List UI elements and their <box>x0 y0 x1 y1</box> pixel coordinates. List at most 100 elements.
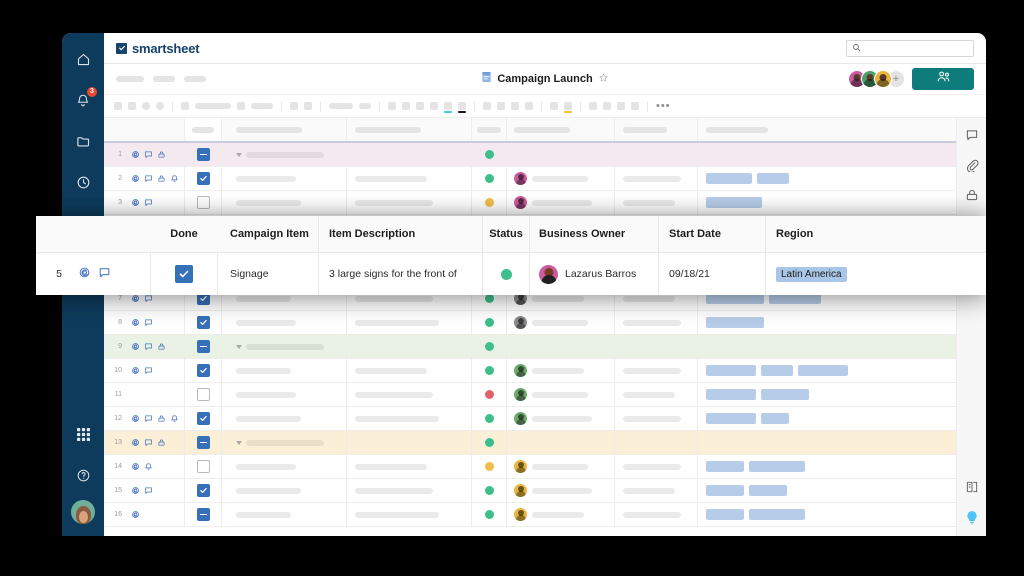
comment-icon[interactable] <box>963 126 981 144</box>
cell-status[interactable] <box>472 455 507 478</box>
checkbox-unchecked[interactable] <box>197 460 210 473</box>
cell-business-owner[interactable] <box>507 383 615 406</box>
lock-icon[interactable] <box>157 342 166 351</box>
toolbar-more-button[interactable]: ••• <box>656 101 671 112</box>
attachment-icon[interactable] <box>131 462 140 471</box>
toolbar-icon[interactable] <box>290 102 298 110</box>
overlay-header-start-date[interactable]: Start Date <box>659 216 766 252</box>
cell-region[interactable] <box>698 359 956 382</box>
cell-start-date[interactable] <box>615 383 698 406</box>
collapse-toggle-icon[interactable] <box>236 345 242 349</box>
cell-done[interactable] <box>184 407 222 430</box>
cell-item-description[interactable] <box>347 479 472 502</box>
smartsheet-logo[interactable]: smartsheet <box>116 41 199 56</box>
table-row[interactable]: 9 <box>104 335 956 359</box>
checkbox-unchecked[interactable] <box>197 388 210 401</box>
table-row[interactable]: 10 <box>104 359 956 383</box>
lightbulb-icon[interactable] <box>963 508 981 526</box>
cell-status[interactable] <box>472 167 507 190</box>
cell-item-description[interactable] <box>347 383 472 406</box>
column-header-region[interactable] <box>698 118 956 141</box>
table-row[interactable]: 3 <box>104 191 956 215</box>
avatar[interactable] <box>71 500 95 524</box>
cell-campaign-item[interactable] <box>222 359 347 382</box>
checkbox-checked[interactable] <box>197 484 210 497</box>
cell-business-owner[interactable] <box>507 479 615 502</box>
cell-status[interactable] <box>472 311 507 334</box>
toolbar-icon[interactable] <box>511 102 519 110</box>
cell-status[interactable] <box>472 143 507 166</box>
comment-icon[interactable] <box>144 150 153 159</box>
toolbar-icon[interactable] <box>497 102 505 110</box>
comment-icon[interactable] <box>144 294 153 303</box>
cell-done[interactable] <box>184 503 222 526</box>
attachment-icon[interactable] <box>131 174 140 183</box>
toolbar-dropdown[interactable] <box>251 103 273 109</box>
cell-item-description[interactable] <box>347 143 472 166</box>
column-header-campaign-item[interactable] <box>222 118 347 141</box>
comment-icon[interactable] <box>144 342 153 351</box>
toolbar-icon[interactable] <box>402 102 410 110</box>
lock-icon[interactable] <box>157 174 166 183</box>
cell-item-description[interactable] <box>347 335 472 358</box>
toolbar-icon[interactable] <box>237 102 245 110</box>
highlight-color-button[interactable] <box>564 102 572 110</box>
cell-item-description[interactable] <box>347 407 472 430</box>
cell-status[interactable] <box>472 407 507 430</box>
column-header-start-date[interactable] <box>615 118 698 141</box>
toolbar-dropdown[interactable] <box>329 103 353 109</box>
comment-icon[interactable] <box>144 438 153 447</box>
toolbar-icon[interactable] <box>114 102 122 110</box>
cell-region[interactable] <box>698 167 956 190</box>
cell-business-owner[interactable] <box>507 143 615 166</box>
cell-region[interactable] <box>698 383 956 406</box>
comment-icon[interactable] <box>144 414 153 423</box>
overlay-data-row[interactable]: 5 Signage 3 large signs for the front of <box>36 253 986 295</box>
table-row[interactable]: 8 <box>104 311 956 335</box>
checkbox-indeterminate[interactable] <box>197 148 210 161</box>
overlay-header-done[interactable]: Done <box>150 216 218 252</box>
toolbar-dropdown[interactable] <box>195 103 231 109</box>
sidebar-item-notifications[interactable]: 3 <box>67 84 99 116</box>
share-button[interactable] <box>912 68 974 90</box>
comment-icon[interactable] <box>98 266 111 282</box>
comment-icon[interactable] <box>144 174 153 183</box>
cell-region[interactable] <box>698 335 956 358</box>
toolbar-icon[interactable] <box>525 102 533 110</box>
cell-region[interactable] <box>698 503 956 526</box>
toolbar-icon[interactable] <box>589 102 597 110</box>
cell-business-owner[interactable] <box>507 503 615 526</box>
attachment-icon[interactable] <box>131 198 140 207</box>
toolbar-icon[interactable] <box>156 102 164 110</box>
checkbox-indeterminate[interactable] <box>197 436 210 449</box>
cell-campaign-item[interactable] <box>222 191 347 214</box>
cell-status[interactable] <box>472 359 507 382</box>
collaborator-avatars[interactable]: + <box>848 70 905 88</box>
cell-region[interactable] <box>698 407 956 430</box>
cell-done[interactable] <box>184 455 222 478</box>
checkbox-unchecked[interactable] <box>197 196 210 209</box>
cell-status[interactable] <box>472 479 507 502</box>
checkbox-checked[interactable] <box>197 316 210 329</box>
cell-campaign-item[interactable] <box>222 311 347 334</box>
cell-done[interactable] <box>184 431 222 454</box>
attachment-icon[interactable] <box>131 366 140 375</box>
cell-status[interactable] <box>472 191 507 214</box>
lock-icon[interactable] <box>963 186 981 204</box>
cell-start-date[interactable] <box>615 359 698 382</box>
sidebar-item-recents[interactable] <box>67 166 99 198</box>
table-row[interactable]: 2 <box>104 167 956 191</box>
table-row[interactable]: 12 <box>104 407 956 431</box>
reminder-icon[interactable] <box>170 174 179 183</box>
cell-done[interactable] <box>184 383 222 406</box>
cell-status[interactable] <box>472 335 507 358</box>
table-row[interactable]: 14 <box>104 455 956 479</box>
cell-region[interactable] <box>698 191 956 214</box>
toolbar-icon[interactable] <box>142 102 150 110</box>
cell-start-date[interactable] <box>615 503 698 526</box>
lock-icon[interactable] <box>157 150 166 159</box>
overlay-region[interactable]: Latin America <box>766 253 986 295</box>
overlay-status[interactable] <box>483 253 530 295</box>
overlay-start-date[interactable]: 09/18/21 <box>659 253 766 295</box>
attachment-icon[interactable] <box>131 438 140 447</box>
